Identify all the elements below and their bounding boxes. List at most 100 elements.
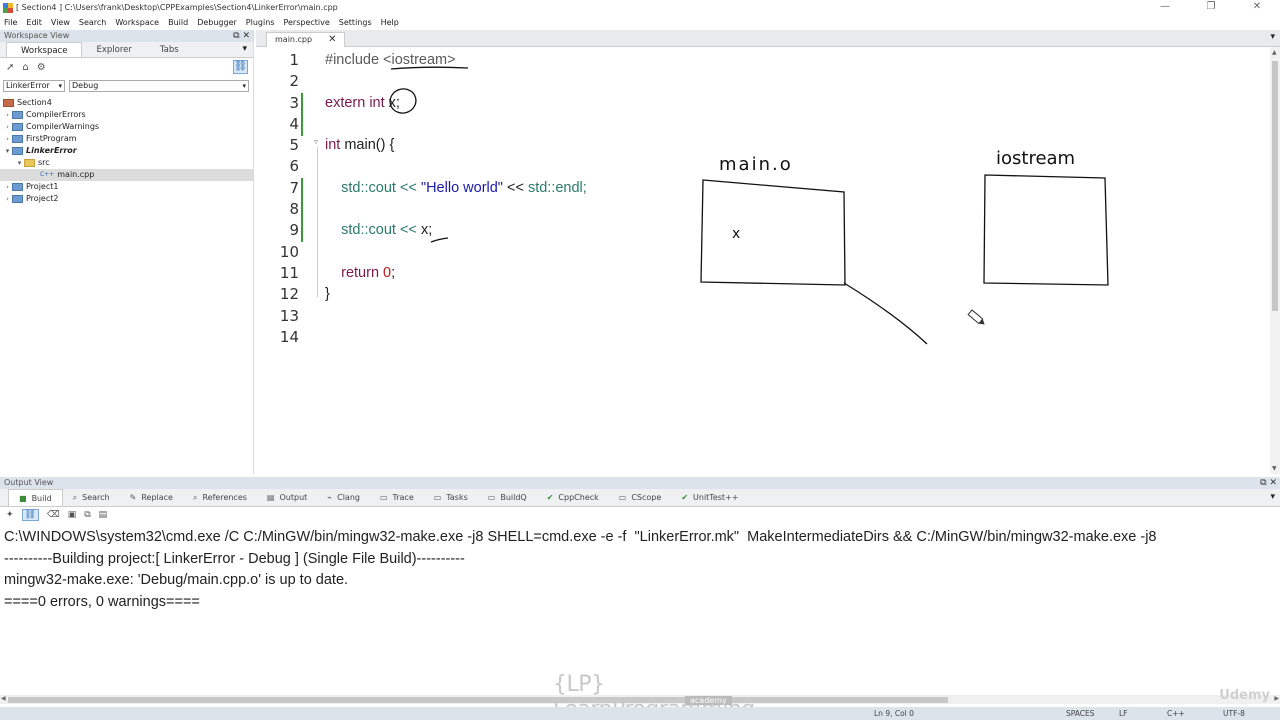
chevron-down-icon[interactable]: ▾ <box>242 44 247 54</box>
tab-explorer[interactable]: Explorer <box>82 42 145 57</box>
minimize-button[interactable]: — <box>1142 0 1188 15</box>
tab-build[interactable]: ■ Build <box>8 489 63 506</box>
chevron-right-icon[interactable]: › <box>3 121 12 133</box>
language-mode[interactable]: C++ <box>1167 709 1185 718</box>
tree-item-compilererrors[interactable]: › CompilerErrors <box>0 109 253 121</box>
scroll-left-icon[interactable]: ◀ <box>1 695 6 702</box>
fold-line <box>317 147 318 297</box>
close-icon[interactable]: ✕ <box>328 34 336 45</box>
chevron-down-icon[interactable]: ▾ <box>15 157 24 169</box>
tree-item-linkererror[interactable]: ▾ LinkerError <box>0 145 253 157</box>
menu-edit[interactable]: Edit <box>26 18 42 27</box>
tab-clang[interactable]: ⌁ Clang <box>317 489 370 506</box>
tab-unittest[interactable]: ✔ UnitTest++ <box>671 489 748 506</box>
replace-icon: ✎ <box>129 493 137 502</box>
editor-vertical-scrollbar[interactable]: ▲ ▼ <box>1270 47 1280 474</box>
tab-cppcheck[interactable]: ✔ CppCheck <box>537 489 609 506</box>
tab-trace[interactable]: ▭ Trace <box>370 489 424 506</box>
tab-main-cpp-label: main.cpp <box>275 35 313 44</box>
link-icon[interactable]: ⛓ <box>21 509 39 521</box>
tab-label: References <box>202 493 247 502</box>
tree-item-main-cpp[interactable]: C++ main.cpp <box>0 169 253 181</box>
scroll-down-icon[interactable]: ▼ <box>1272 465 1277 472</box>
tab-cscope[interactable]: ▭ CScope <box>609 489 672 506</box>
iostream-label: iostream <box>996 148 1075 169</box>
project-select-value: LinkerError <box>6 81 50 90</box>
indent-mode[interactable]: SPACES <box>1066 709 1095 718</box>
chevron-down-icon[interactable]: ▾ <box>1270 492 1275 502</box>
send-icon[interactable]: ➚ <box>6 62 14 73</box>
menu-help[interactable]: Help <box>381 18 399 27</box>
code-token: return <box>341 264 384 281</box>
tab-tabs[interactable]: Tabs <box>146 42 193 57</box>
config-select[interactable]: Debug ▾ <box>69 80 249 92</box>
close-window-button[interactable]: ✕ <box>1234 0 1280 15</box>
menu-view[interactable]: View <box>51 18 70 27</box>
menu-settings[interactable]: Settings <box>339 18 372 27</box>
tree-item-project1[interactable]: › Project1 <box>0 181 253 193</box>
cpp-file-icon: C++ <box>40 171 55 178</box>
menu-workspace[interactable]: Workspace <box>115 18 159 27</box>
tree-item-compilerwarnings[interactable]: › CompilerWarnings <box>0 121 253 133</box>
tab-workspace[interactable]: Workspace <box>6 42 83 57</box>
connector-line <box>843 282 928 345</box>
workspace-panel-header: Workspace View ⧉ ✕ <box>0 30 253 42</box>
gear-icon[interactable]: ⚙ <box>37 62 46 73</box>
close-panel-icon[interactable]: ✕ <box>242 31 250 41</box>
encoding[interactable]: UTF-8 <box>1223 709 1245 718</box>
chevron-down-icon[interactable]: ▾ <box>1270 32 1275 42</box>
cursor-position: Ln 9, Col 0 <box>874 709 914 718</box>
menu-build[interactable]: Build <box>168 18 188 27</box>
fold-icon[interactable]: ▿ <box>314 137 318 146</box>
chevron-right-icon[interactable]: › <box>3 109 12 121</box>
pin-icon[interactable]: ✦ <box>6 510 14 520</box>
chevron-down-icon[interactable]: ▾ <box>3 145 12 157</box>
tree-root[interactable]: Section4 <box>0 97 253 109</box>
paste-icon[interactable]: ▤ <box>99 510 108 520</box>
menu-plugins[interactable]: Plugins <box>246 18 275 27</box>
scroll-up-icon[interactable]: ▲ <box>1272 49 1277 56</box>
link-editor-icon[interactable]: ⛓ <box>233 60 248 74</box>
tab-label: Build <box>31 494 52 503</box>
tab-buildq[interactable]: ▭ BuildQ <box>478 489 537 506</box>
tab-output[interactable]: ▤ Output <box>257 489 317 506</box>
menu-file[interactable]: File <box>4 18 17 27</box>
tab-references[interactable]: ⌕ References <box>183 489 257 506</box>
scrollbar-thumb[interactable] <box>8 697 948 703</box>
buildq-icon: ▭ <box>487 493 496 502</box>
chevron-right-icon[interactable]: › <box>3 133 12 145</box>
code-token: std:: <box>341 179 369 196</box>
tab-replace[interactable]: ✎ Replace <box>120 489 183 506</box>
chevron-right-icon[interactable]: › <box>3 181 12 193</box>
output-tabs: ■ Build ⌕ Search ✎ Replace ⌕ References ▤ Out… <box>0 489 1280 507</box>
main-o-box <box>700 179 846 286</box>
code-editor[interactable]: main.cpp ✕ ▾ 1 2 3 4 5 6 7 8 9 10 11 12 1… <box>256 30 1280 474</box>
build-log[interactable]: C:\WINDOWS\system32\cmd.exe /C C:/MinGW/… <box>0 527 1280 613</box>
eol-mode[interactable]: LF <box>1119 709 1128 718</box>
tab-search[interactable]: ⌕ Search <box>63 489 120 506</box>
code-area[interactable]: #include <iostream> extern int x; int ma… <box>325 50 587 348</box>
maximize-panel-icon[interactable]: ⧉ <box>1260 478 1266 488</box>
tree-item-src[interactable]: ▾ src <box>0 157 253 169</box>
tree-item-project2[interactable]: › Project2 <box>0 193 253 205</box>
scrollbar-thumb[interactable] <box>1272 61 1278 311</box>
tree-item-firstprogram[interactable]: › FirstProgram <box>0 133 253 145</box>
home-icon[interactable]: ⌂ <box>22 62 28 73</box>
chevron-right-icon[interactable]: › <box>3 193 12 205</box>
maximize-panel-icon[interactable]: ⧉ <box>233 31 239 41</box>
save-icon[interactable]: ▣ <box>68 510 77 520</box>
clear-icon[interactable]: ⌫ <box>47 510 60 520</box>
menu-perspective[interactable]: Perspective <box>283 18 329 27</box>
tab-main-cpp[interactable]: main.cpp ✕ <box>266 32 346 47</box>
tasks-icon: ▭ <box>433 493 442 502</box>
close-panel-icon[interactable]: ✕ <box>1269 478 1277 488</box>
restore-button[interactable]: ❐ <box>1188 0 1234 15</box>
project-select[interactable]: LinkerError ▾ <box>3 80 65 92</box>
build-icon: ■ <box>19 494 27 503</box>
scroll-right-icon[interactable]: ▶ <box>1274 695 1279 702</box>
tab-tasks[interactable]: ▭ Tasks <box>424 489 478 506</box>
copy-icon[interactable]: ⧉ <box>84 510 90 520</box>
menu-search[interactable]: Search <box>79 18 106 27</box>
menu-debugger[interactable]: Debugger <box>197 18 237 27</box>
